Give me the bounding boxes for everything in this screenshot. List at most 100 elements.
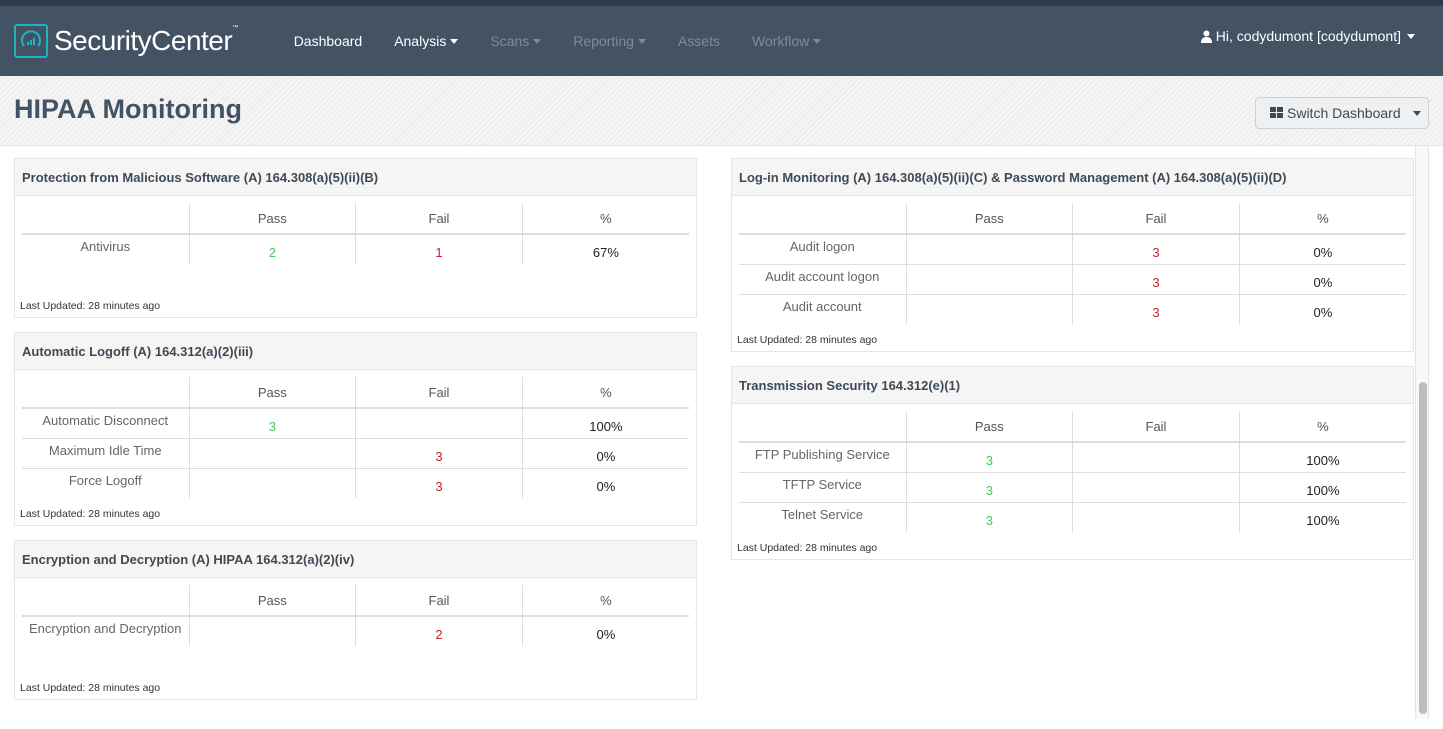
col-pass: Pass: [905, 203, 1073, 235]
panel-body: Pass Fail % Automatic Disconnect 3 100% …: [15, 370, 696, 508]
row-name: Automatic Disconnect: [22, 408, 189, 439]
nav-dashboard[interactable]: Dashboard: [294, 33, 363, 49]
scrollbar-thumb[interactable]: [1419, 382, 1427, 714]
percent-value: 0%: [521, 438, 689, 469]
page-header: HIPAA Monitoring Switch Dashboard: [0, 76, 1443, 146]
compliance-table: Pass Fail % Antivirus 2 1 67%: [22, 203, 689, 264]
fail-count[interactable]: 3: [1072, 264, 1240, 295]
pass-count[interactable]: 3: [905, 502, 1073, 532]
table-row: Force Logoff 3 0%: [22, 468, 689, 498]
pass-count[interactable]: [188, 438, 356, 469]
panel-title: Encryption and Decryption (A) HIPAA 164.…: [15, 541, 696, 578]
pass-count[interactable]: [905, 264, 1073, 295]
col-pass: Pass: [188, 203, 356, 235]
compliance-table: Pass Fail % FTP Publishing Service 3 100…: [739, 411, 1406, 532]
row-name: Audit account logon: [739, 264, 906, 295]
user-menu[interactable]: Hi, codydumont [codydumont]: [1200, 28, 1415, 44]
col-pass: Pass: [188, 585, 356, 617]
table-row: Maximum Idle Time 3 0%: [22, 438, 689, 469]
percent-value: 0%: [521, 468, 689, 498]
col-fail: Fail: [1072, 411, 1240, 443]
last-updated: Last Updated: 28 minutes ago: [20, 300, 161, 312]
table-row: Encryption and Decryption 2 0%: [22, 616, 689, 646]
pass-count[interactable]: 2: [188, 234, 356, 264]
panel-body: Pass Fail % Audit logon 3 0% Audit accou…: [732, 196, 1413, 334]
percent-value: 0%: [1238, 234, 1406, 265]
col-percent: %: [521, 377, 689, 409]
fail-count[interactable]: 3: [355, 468, 523, 498]
col-name: [22, 585, 189, 617]
nav-scans[interactable]: Scans: [490, 33, 542, 49]
table-row: FTP Publishing Service 3 100%: [739, 442, 1406, 473]
switch-dashboard-button[interactable]: Switch Dashboard: [1255, 97, 1429, 129]
row-name: Antivirus: [80, 239, 131, 254]
col-pass: Pass: [905, 411, 1073, 443]
panel-encryption: Encryption and Decryption (A) HIPAA 164.…: [14, 540, 697, 700]
pass-count[interactable]: 3: [905, 472, 1073, 503]
grid-icon: [1270, 107, 1283, 118]
panel-title: Transmission Security 164.312(e)(1): [732, 367, 1413, 404]
percent-value: 0%: [521, 616, 689, 646]
col-percent: %: [521, 585, 689, 617]
last-updated: Last Updated: 28 minutes ago: [737, 334, 878, 346]
fail-count[interactable]: [355, 408, 523, 439]
caret-down-icon: [1412, 110, 1421, 116]
user-greeting: Hi, codydumont [codydumont]: [1215, 28, 1401, 44]
percent-value: 100%: [1238, 472, 1406, 503]
col-fail: Fail: [355, 585, 523, 617]
col-fail: Fail: [1072, 203, 1240, 235]
logo-icon: [14, 24, 48, 58]
caret-down-icon: [813, 38, 822, 44]
last-updated: Last Updated: 28 minutes ago: [20, 508, 161, 520]
col-name: [739, 411, 906, 443]
fail-count[interactable]: 3: [355, 438, 523, 469]
nav-workflow[interactable]: Workflow: [752, 33, 822, 49]
table-header: Pass Fail %: [22, 377, 689, 409]
scrollbar[interactable]: [1415, 146, 1429, 719]
dashboard-content: Protection from Malicious Software (A) 1…: [0, 146, 1443, 729]
fail-count[interactable]: 1: [355, 234, 523, 264]
left-column: Protection from Malicious Software (A) 1…: [14, 158, 697, 714]
table-row: TFTP Service 3 100%: [739, 472, 1406, 503]
table-row: Audit logon 3 0%: [739, 234, 1406, 265]
col-name: [22, 377, 189, 409]
nav-analysis[interactable]: Analysis: [394, 33, 459, 49]
logo[interactable]: SecurityCenter™: [14, 24, 238, 58]
row-name: Encryption and Decryption: [29, 621, 182, 636]
pass-count[interactable]: [188, 468, 356, 498]
table-header: Pass Fail %: [739, 203, 1406, 235]
table-row: Telnet Service 3 100%: [739, 502, 1406, 532]
panel-title: Protection from Malicious Software (A) 1…: [15, 159, 696, 196]
fail-count[interactable]: [1072, 442, 1240, 473]
fail-count[interactable]: 3: [1072, 294, 1240, 324]
pass-count[interactable]: [188, 616, 356, 646]
fail-count[interactable]: 2: [355, 616, 523, 646]
col-fail: Fail: [355, 377, 523, 409]
panel-title: Log-in Monitoring (A) 164.308(a)(5)(ii)(…: [732, 159, 1413, 196]
pass-count[interactable]: 3: [905, 442, 1073, 473]
nav-reporting[interactable]: Reporting: [573, 33, 646, 49]
panel-body: Pass Fail % FTP Publishing Service 3 100…: [732, 404, 1413, 542]
fail-count[interactable]: [1072, 502, 1240, 532]
percent-value: 0%: [1238, 264, 1406, 295]
brand-name: SecurityCenter™: [54, 25, 238, 56]
row-name: FTP Publishing Service: [739, 442, 906, 473]
caret-down-icon: [450, 38, 459, 44]
caret-down-icon: [1407, 33, 1415, 39]
fail-count[interactable]: 3: [1072, 234, 1240, 265]
pass-count[interactable]: [905, 294, 1073, 324]
table-row: Antivirus 2 1 67%: [22, 234, 689, 264]
col-percent: %: [1238, 411, 1406, 443]
row-name: Maximum Idle Time: [22, 438, 189, 469]
pass-count[interactable]: [905, 234, 1073, 265]
nav-assets[interactable]: Assets: [678, 33, 720, 49]
pass-count[interactable]: 3: [188, 408, 356, 439]
col-name: [22, 203, 189, 235]
table-header: Pass Fail %: [22, 203, 689, 235]
percent-value: 0%: [1238, 294, 1406, 324]
fail-count[interactable]: [1072, 472, 1240, 503]
table-row: Audit account 3 0%: [739, 294, 1406, 324]
row-name: Audit account: [782, 298, 862, 314]
